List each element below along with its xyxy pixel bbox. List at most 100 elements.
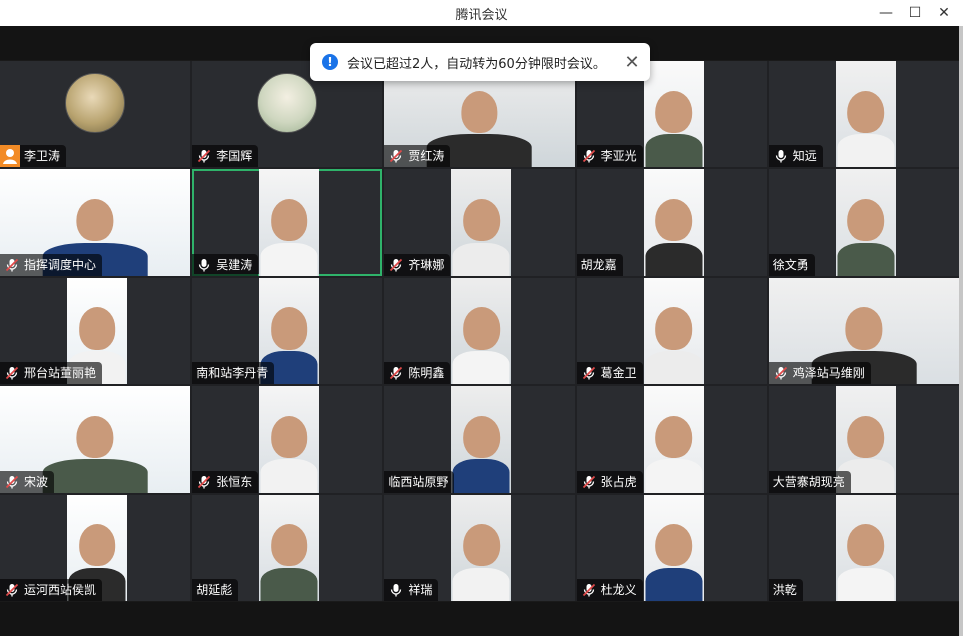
participant-head (270, 199, 308, 242)
participant-video (259, 386, 320, 493)
participant-name-label: 李卫涛 (0, 145, 67, 168)
mic-muted-icon (196, 148, 212, 164)
notification-text: 会议已超过2人，自动转为60分钟限时会议。 (347, 56, 606, 72)
participant-video (451, 494, 512, 601)
participant-video (643, 169, 704, 276)
mic-muted-icon (196, 474, 212, 490)
participant-tile[interactable]: 知远 (768, 61, 959, 168)
mic-muted-icon (4, 365, 20, 381)
participant-name-label: 陈明鑫 (384, 362, 451, 385)
participant-tile[interactable]: 张占虎 (576, 386, 767, 493)
participant-tile[interactable]: 鸡泽站马维刚 (768, 277, 959, 385)
mic-muted-icon (388, 257, 404, 273)
participant-name: 贾红涛 (408, 149, 445, 164)
participant-video (259, 169, 320, 276)
user-icon (0, 145, 20, 168)
participant-body (645, 459, 703, 493)
participant-figure (260, 514, 318, 601)
participant-body (452, 351, 510, 385)
participant-head (463, 199, 500, 242)
participant-name: 临西站原野 (388, 474, 449, 489)
participant-head (461, 90, 498, 133)
participant-name-label: 邢台站董丽艳 (0, 362, 103, 385)
participant-video (835, 61, 896, 168)
participant-figure (260, 405, 318, 493)
participant-video (643, 277, 704, 385)
participant-video (643, 61, 704, 168)
participant-head (655, 90, 693, 133)
grid-scrollbar[interactable] (959, 26, 963, 636)
participant-name-label: 齐琳娜 (384, 253, 451, 276)
participant-head (270, 307, 308, 350)
participant-name-label: 祥瑞 (384, 578, 439, 601)
participant-tile[interactable]: 杜龙义 (576, 494, 767, 601)
close-window-button[interactable]: ✕ (931, 3, 957, 23)
participant-tile[interactable]: 李卫涛 (0, 61, 191, 168)
participant-name: 胡延彪 (196, 582, 233, 597)
participant-name: 陈明鑫 (408, 366, 445, 381)
participant-tile[interactable]: 吴建涛 (192, 169, 383, 276)
participant-tile[interactable]: 祥瑞 (384, 494, 575, 601)
participant-name-label: 运河西站侯凯 (0, 578, 103, 601)
participant-name: 张占虎 (600, 474, 637, 489)
participant-name-label: 胡龙嘉 (576, 253, 623, 276)
participant-tile[interactable]: 洪乾 (768, 494, 959, 601)
participant-body (452, 567, 510, 601)
participant-head (463, 524, 500, 567)
participant-head (847, 524, 885, 567)
maximize-button[interactable]: ☐ (902, 3, 928, 23)
participant-name: 李亚光 (600, 149, 637, 164)
mic-muted-icon (581, 365, 597, 381)
participant-figure (452, 514, 510, 601)
participant-tile[interactable]: 胡龙嘉 (576, 169, 767, 276)
participant-tile[interactable]: 宋波 (0, 386, 191, 493)
participant-tile[interactable]: 南和站李丹青 (192, 277, 383, 385)
participant-head (76, 199, 114, 242)
participant-name-label: 葛金卫 (576, 362, 643, 385)
mic-muted-icon (4, 582, 20, 598)
participant-video (835, 169, 896, 276)
participant-video (451, 386, 512, 493)
notification-close-button[interactable]: ✕ (620, 52, 644, 73)
participant-name-label: 徐文勇 (768, 253, 815, 276)
participant-video (451, 277, 512, 385)
participant-name: 祥瑞 (408, 582, 433, 597)
participant-tile[interactable]: 运河西站侯凯 (0, 494, 191, 601)
participant-tile[interactable]: 葛金卫 (576, 277, 767, 385)
participant-body (42, 459, 148, 493)
participant-head (655, 307, 693, 350)
participant-figure (837, 80, 895, 168)
participant-figure (260, 189, 318, 276)
minimize-button[interactable]: — (873, 3, 899, 23)
participant-figure (837, 189, 895, 276)
participant-name-label: 指挥调度中心 (0, 253, 103, 276)
mic-muted-icon (581, 582, 597, 598)
meeting-limit-notification: ! 会议已超过2人，自动转为60分钟限时会议。 ✕ (310, 43, 650, 81)
mic-muted-icon (773, 365, 789, 381)
participant-name: 齐琳娜 (408, 257, 445, 272)
participant-tile[interactable]: 张恒东 (192, 386, 383, 493)
participant-name-label: 贾红涛 (384, 145, 451, 168)
participant-tile[interactable]: 胡延彪 (192, 494, 383, 601)
participant-name-label: 洪乾 (768, 578, 803, 601)
participant-figure (452, 297, 510, 385)
participant-tile[interactable]: 陈明鑫 (384, 277, 575, 385)
participant-name: 徐文勇 (772, 257, 809, 272)
participant-name-label: 临西站原野 (384, 470, 455, 493)
participant-video (643, 494, 704, 601)
participant-tile[interactable]: 邢台站董丽艳 (0, 277, 191, 385)
participant-tile[interactable]: 齐琳娜 (384, 169, 575, 276)
mic-muted-icon (388, 148, 404, 164)
participant-tile[interactable]: 徐文勇 (768, 169, 959, 276)
participant-tile[interactable]: 临西站原野 (384, 386, 575, 493)
participant-tile[interactable]: 指挥调度中心 (0, 169, 191, 276)
participant-video (643, 386, 704, 493)
participant-video (451, 169, 512, 276)
participant-head (76, 415, 114, 458)
participant-body (260, 459, 318, 493)
mic-icon (388, 582, 404, 598)
participant-name-label: 杜龙义 (576, 578, 643, 601)
participant-tile[interactable]: 大营寨胡现亮 (768, 386, 959, 493)
participant-figure (645, 405, 703, 493)
participant-head (270, 415, 308, 458)
